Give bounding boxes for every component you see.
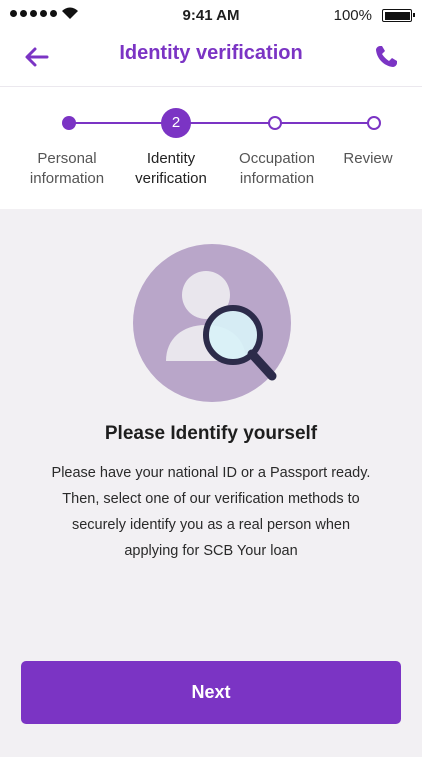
step-1-dot	[62, 116, 76, 130]
section-description: Please have your national ID or a Passpo…	[20, 460, 402, 564]
step-label-review: Review	[313, 149, 422, 169]
person-magnifier-icon	[133, 244, 291, 402]
step-label-line: verification	[135, 170, 207, 187]
step-label-line: Personal	[37, 150, 97, 167]
step-3-dot	[268, 116, 282, 130]
nav-bar: Identity verification	[0, 32, 422, 87]
step-label-personal: Personal information	[12, 149, 122, 189]
page-title: Identity verification	[119, 42, 303, 64]
step-2-dot: 2	[161, 108, 191, 138]
battery-icon	[382, 9, 415, 22]
description-line: securely identify you as a real person w…	[71, 517, 351, 533]
status-bar: 9:41 AM 100%	[0, 0, 422, 32]
step-label-line: Review	[343, 150, 393, 167]
description-line: Please have your national ID or a Passpo…	[51, 465, 371, 481]
step-label-identity: Identity verification	[116, 149, 226, 189]
description-line: applying for SCB Your loan	[124, 543, 298, 559]
step-label-line: Identity	[146, 150, 196, 167]
stepper-track	[69, 122, 375, 124]
battery-percent: 100%	[333, 7, 372, 24]
step-4-dot	[367, 116, 381, 130]
progress-stepper: 2 Personal information Identity verifica…	[0, 87, 422, 209]
phone-icon[interactable]	[372, 41, 402, 71]
step-label-line: information	[29, 170, 105, 187]
description-line: Then, select one of our verification met…	[62, 491, 360, 507]
step-label-line: information	[239, 170, 315, 187]
next-button[interactable]: Next	[21, 661, 401, 724]
section-heading: Please Identify yourself	[104, 423, 318, 444]
